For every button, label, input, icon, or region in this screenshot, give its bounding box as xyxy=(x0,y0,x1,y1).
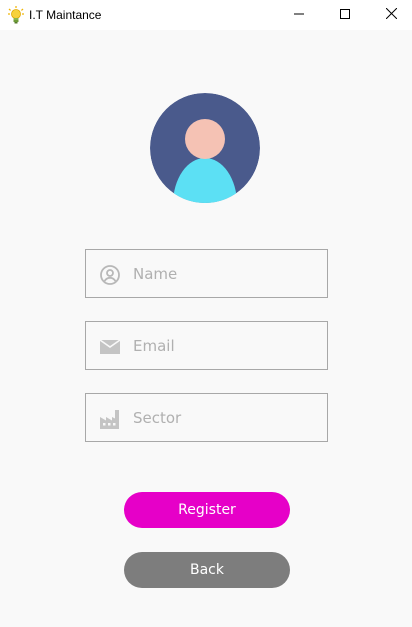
maximize-icon xyxy=(340,6,350,24)
name-input[interactable] xyxy=(133,250,313,297)
avatar-head xyxy=(185,119,225,159)
factory-icon xyxy=(98,407,122,431)
email-input[interactable] xyxy=(133,322,313,369)
maximize-button[interactable] xyxy=(322,0,368,30)
lightbulb-icon xyxy=(8,6,24,24)
mail-icon xyxy=(98,335,122,359)
window-title: I.T Maintance xyxy=(29,8,102,22)
back-button[interactable]: Back xyxy=(124,552,290,588)
close-button[interactable] xyxy=(368,0,412,30)
register-button[interactable]: Register xyxy=(124,492,290,528)
email-field[interactable] xyxy=(85,321,328,370)
title-bar: I.T Maintance xyxy=(0,0,412,30)
sector-field[interactable] xyxy=(85,393,328,442)
minimize-icon xyxy=(294,6,304,24)
user-avatar-icon xyxy=(150,93,260,203)
name-field[interactable] xyxy=(85,249,328,298)
close-icon xyxy=(385,6,397,24)
sector-input[interactable] xyxy=(133,394,313,441)
user-circle-icon xyxy=(98,263,122,287)
minimize-button[interactable] xyxy=(276,0,322,30)
